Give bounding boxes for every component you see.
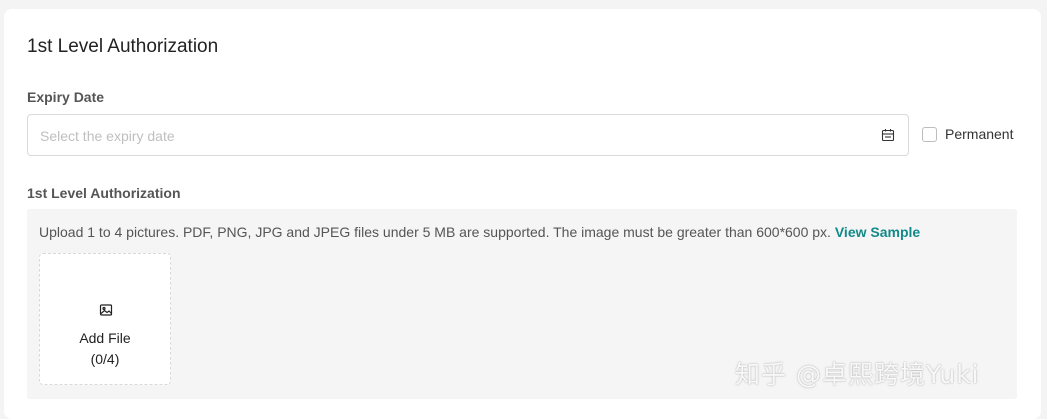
watermark: 知乎 @卓熙跨境Yuki xyxy=(735,360,980,389)
image-icon xyxy=(99,304,113,316)
calendar-icon[interactable] xyxy=(881,128,895,142)
add-file-button[interactable]: Add File (0/4) xyxy=(39,253,171,385)
expiry-date-picker[interactable]: Select the expiry date xyxy=(27,114,909,156)
permanent-option[interactable]: Permanent xyxy=(922,126,1013,142)
authorization-label: 1st Level Authorization xyxy=(27,185,181,201)
permanent-checkbox[interactable] xyxy=(922,126,937,142)
upload-hint-text: Upload 1 to 4 pictures. PDF, PNG, JPG an… xyxy=(39,224,831,240)
add-file-label: Add File xyxy=(79,330,131,346)
permanent-label: Permanent xyxy=(945,126,1014,142)
expiry-date-label: Expiry Date xyxy=(27,89,105,105)
upload-hint: Upload 1 to 4 pictures. PDF, PNG, JPG an… xyxy=(39,224,920,240)
expiry-date-placeholder: Select the expiry date xyxy=(40,128,175,144)
section-title: 1st Level Authorization xyxy=(27,36,219,57)
view-sample-link[interactable]: View Sample xyxy=(835,224,920,240)
file-count: (0/4) xyxy=(90,351,120,367)
